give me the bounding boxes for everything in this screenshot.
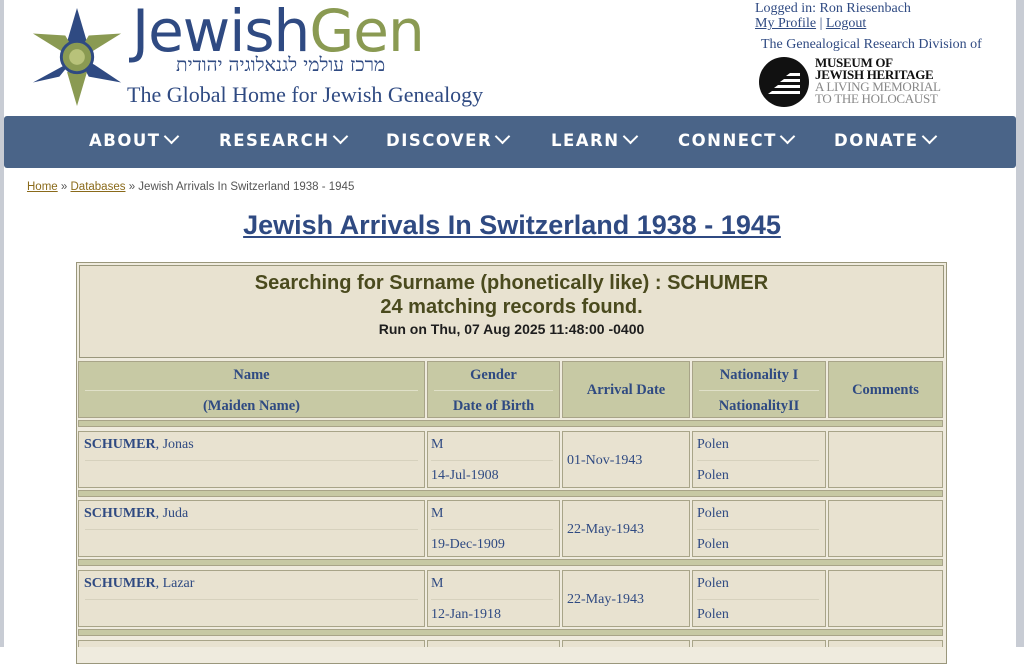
logo-hebrew-text: מרכז עולמי לגנאלוגיה יהודית [176,54,386,76]
nav-research[interactable]: RESEARCH [219,128,348,150]
match-count: 24 matching records found. [380,296,643,318]
row-separator [78,420,943,427]
table-row-partial [562,640,690,647]
chevron-down-icon [779,128,796,145]
header-arrival-date: Arrival Date [562,361,690,418]
nav-donate[interactable]: DONATE [834,128,937,150]
logged-in-label: Logged in: Ron Riesenbach [755,1,911,16]
run-timestamp: Run on Thu, 07 Aug 2025 11:48:00 -0400 [378,321,645,337]
table-row-partial [828,640,943,647]
table-row-comments [828,570,943,627]
table-row-name: SCHUMER, Juda [78,500,425,557]
table-row-partial [692,640,826,647]
table-row-name: SCHUMER, Jonas [78,431,425,488]
chevron-down-icon [163,128,179,145]
chevron-down-icon [332,128,348,145]
search-summary: Searching for Surname (phonetically like… [79,265,944,358]
chevron-down-icon [622,128,638,145]
row-separator [78,490,943,497]
login-info: Logged in: Ron Riesenbach My Profile | L… [755,1,911,31]
header-gender: Gender Date of Birth [427,361,560,418]
table-row-nationality: Polen Polen [692,570,826,627]
breadcrumb-current: Jewish Arrivals In Switzerland 1938 - 19… [138,181,355,193]
my-profile-link[interactable]: My Profile [755,16,816,31]
row-separator [78,629,943,636]
table-row-nationality: Polen Polen [692,431,826,488]
breadcrumb: Home » Databases » Jewish Arrivals In Sw… [27,181,355,193]
chevron-down-icon [494,128,511,145]
table-row-name: SCHUMER, Lazar [78,570,425,627]
logo-tagline: The Global Home for Jewish Genealogy [127,82,484,107]
museum-logo-text[interactable]: MUSEUM OF JEWISH HERITAGE A LIVING MEMOR… [815,56,941,105]
chevron-down-icon [921,128,937,145]
table-row-partial [78,640,425,647]
museum-logo-icon[interactable] [758,56,810,108]
window-scrollbar[interactable] [1016,0,1024,647]
nav-learn[interactable]: LEARN [551,128,638,150]
table-row-comments [828,431,943,488]
table-row-gender: M 14-Jul-1908 [427,431,560,488]
header-comments: Comments [828,361,943,418]
nav-discover[interactable]: DISCOVER [386,128,511,150]
division-label: The Genealogical Research Division of [761,37,982,52]
site-header: JewishGen מרכז עולמי לגנאלוגיה יהודית Th… [4,0,1016,114]
table-row-nationality: Polen Polen [692,500,826,557]
search-criteria: Searching for Surname (phonetically like… [254,272,769,294]
table-row-arrival: 22-May-1943 [562,500,690,557]
logout-link[interactable]: Logout [826,16,866,31]
table-row-comments [828,500,943,557]
login-separator: | [819,16,823,31]
table-row-arrival: 22-May-1943 [562,570,690,627]
main-navigation: ABOUT RESEARCH DISCOVER LEARN CONNECT DO… [4,116,1016,168]
row-separator [78,559,943,566]
nav-connect[interactable]: CONNECT [678,128,796,150]
table-row-gender: M 19-Dec-1909 [427,500,560,557]
header-name: Name (Maiden Name) [78,361,425,418]
table-row-partial [427,640,560,647]
table-row-arrival: 01-Nov-1943 [562,431,690,488]
table-row-gender: M 12-Jan-1918 [427,570,560,627]
breadcrumb-databases[interactable]: Databases [71,181,126,193]
header-nationality: Nationality I NationalityII [692,361,826,418]
breadcrumb-home[interactable]: Home [27,181,58,193]
nav-about[interactable]: ABOUT [89,128,179,150]
page-title[interactable]: Jewish Arrivals In Switzerland 1938 - 19… [0,210,1024,241]
jewishgen-star-logo-icon[interactable] [28,6,126,108]
